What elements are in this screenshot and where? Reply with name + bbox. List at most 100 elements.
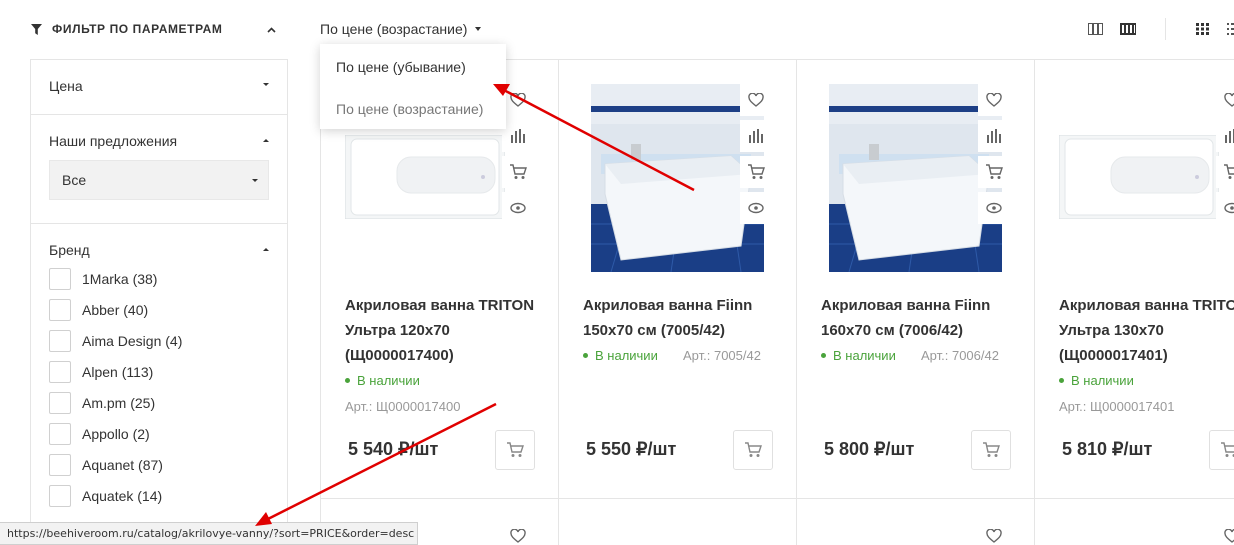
checkbox[interactable] xyxy=(49,330,71,352)
checkbox[interactable] xyxy=(49,361,71,383)
sort-option-desc[interactable]: По цене (убывание) xyxy=(336,59,466,75)
brand-label: Appollo (2) xyxy=(82,426,150,442)
caret-down-icon xyxy=(252,179,258,182)
product-card[interactable]: Акриловая ванна Fiinn 150х70 см (7005/42… xyxy=(558,59,796,499)
compare-icon[interactable] xyxy=(1216,120,1234,152)
heart-icon[interactable] xyxy=(502,84,534,116)
add-to-cart-button[interactable] xyxy=(733,430,773,470)
card-actions xyxy=(502,84,534,228)
product-card[interactable] xyxy=(558,499,796,545)
product-card[interactable]: Акриловая ванна Fiinn 160х70 см (7006/42… xyxy=(796,59,1034,499)
checkbox[interactable] xyxy=(49,485,71,507)
product-image[interactable] xyxy=(344,134,506,220)
brand-checkbox-row[interactable]: Aquanet (87) xyxy=(49,454,163,476)
brand-label: Abber (40) xyxy=(82,302,149,318)
product-image[interactable] xyxy=(591,84,764,272)
product-name[interactable]: Акриловая ванна Fiinn 160х70 см (7006/42… xyxy=(821,293,1021,343)
product-card[interactable] xyxy=(1034,499,1234,545)
cart-icon xyxy=(745,442,762,457)
heart-icon[interactable] xyxy=(1224,528,1234,545)
view-table-icon[interactable] xyxy=(1120,22,1136,36)
caret-down-icon xyxy=(263,83,269,86)
sort-dropdown-menu: По цене (убывание) По цене (возрастание) xyxy=(320,44,506,129)
caret-down-icon xyxy=(475,27,482,31)
filter-price-title[interactable]: Цена xyxy=(49,78,83,94)
offers-select[interactable]: Все xyxy=(49,160,269,200)
product-name[interactable]: Акриловая ванна Fiinn 150х70 см (7005/42… xyxy=(583,293,783,343)
brand-checkbox-row[interactable]: Appollo (2) xyxy=(49,423,150,445)
eye-icon[interactable] xyxy=(1216,192,1234,224)
offers-select-value: Все xyxy=(62,172,87,188)
checkbox[interactable] xyxy=(49,423,71,445)
brand-checkbox-row[interactable]: Am.pm (25) xyxy=(49,392,155,414)
product-article: Арт.: Щ0000017401 xyxy=(1059,399,1175,414)
checkbox[interactable] xyxy=(49,392,71,414)
stock-status: В наличии xyxy=(1059,373,1134,388)
cart-icon[interactable] xyxy=(1216,156,1234,188)
sort-dropdown-trigger[interactable]: По цене (возрастание) xyxy=(320,20,482,38)
filter-brand-title[interactable]: Бренд xyxy=(49,242,90,258)
eye-icon[interactable] xyxy=(740,192,772,224)
divider xyxy=(31,223,287,224)
chevron-up-icon xyxy=(266,27,276,33)
view-tiles-icon[interactable] xyxy=(1196,22,1212,36)
add-to-cart-button[interactable] xyxy=(971,430,1011,470)
brand-label: Aima Design (4) xyxy=(82,333,183,349)
cart-icon[interactable] xyxy=(740,156,772,188)
brand-label: Aquanet (87) xyxy=(82,457,163,473)
divider xyxy=(31,114,287,115)
brand-label: Am.pm (25) xyxy=(82,395,156,411)
browser-status-url: https://beehiveroom.ru/catalog/akrilovye… xyxy=(0,522,419,545)
cart-icon xyxy=(1221,442,1234,457)
brand-checkbox-row[interactable]: Abber (40) xyxy=(49,299,148,321)
filter-offers-title[interactable]: Наши предложения xyxy=(49,133,177,149)
product-name[interactable]: Акриловая ванна TRITON Ультра 130х70 (Щ0… xyxy=(1059,293,1234,368)
filter-icon xyxy=(31,23,42,35)
brand-checkbox-row[interactable]: Aima Design (4) xyxy=(49,330,182,352)
view-compact-icon[interactable] xyxy=(1225,22,1234,36)
product-card[interactable] xyxy=(796,499,1034,545)
stock-status: В наличии xyxy=(583,348,658,363)
product-article: Арт.: 7005/42 xyxy=(683,348,761,363)
cart-icon xyxy=(507,442,524,457)
product-image[interactable] xyxy=(1058,134,1220,220)
brand-checkbox-row[interactable]: Aquatek (14) xyxy=(49,485,162,507)
eye-icon[interactable] xyxy=(978,192,1010,224)
stock-status: В наличии xyxy=(345,373,420,388)
checkbox[interactable] xyxy=(49,454,71,476)
brand-checkbox-row[interactable]: Alpen (113) xyxy=(49,361,153,383)
filter-header-label: ФИЛЬТР ПО ПАРАМЕТРАМ xyxy=(52,22,223,36)
heart-icon[interactable] xyxy=(978,84,1010,116)
brand-label: Alpen (113) xyxy=(82,364,154,380)
stock-status: В наличии xyxy=(821,348,896,363)
caret-up-icon xyxy=(263,139,269,142)
heart-icon[interactable] xyxy=(510,528,526,545)
brand-checkbox-row[interactable]: 1Marka (38) xyxy=(49,268,157,290)
checkbox[interactable] xyxy=(49,299,71,321)
product-grid: Акриловая ванна TRITON Ультра 120х70 (Щ0… xyxy=(320,59,1234,545)
sort-option-asc[interactable]: По цене (возрастание) xyxy=(336,101,483,117)
product-card[interactable]: Акриловая ванна TRITON Ультра 130х70 (Щ0… xyxy=(1034,59,1234,499)
checkbox[interactable] xyxy=(49,268,71,290)
compare-icon[interactable] xyxy=(502,120,534,152)
heart-icon[interactable] xyxy=(740,84,772,116)
filter-header[interactable]: ФИЛЬТР ПО ПАРАМЕТРАМ xyxy=(31,20,223,38)
eye-icon[interactable] xyxy=(502,192,534,224)
heart-icon[interactable] xyxy=(1216,84,1234,116)
add-to-cart-button[interactable] xyxy=(1209,430,1234,470)
filter-collapse-button[interactable] xyxy=(262,22,280,38)
view-separator xyxy=(1165,18,1166,40)
cart-icon xyxy=(983,442,1000,457)
cart-icon[interactable] xyxy=(502,156,534,188)
compare-icon[interactable] xyxy=(978,120,1010,152)
product-article: Арт.: 7006/42 xyxy=(921,348,999,363)
product-name[interactable]: Акриловая ванна TRITON Ультра 120х70 (Щ0… xyxy=(345,293,545,368)
cart-icon[interactable] xyxy=(978,156,1010,188)
heart-icon[interactable] xyxy=(986,528,1002,545)
view-list-icon[interactable] xyxy=(1088,22,1104,36)
product-image[interactable] xyxy=(829,84,1002,272)
add-to-cart-button[interactable] xyxy=(495,430,535,470)
product-price: 5 550 ₽/шт xyxy=(586,439,677,459)
compare-icon[interactable] xyxy=(740,120,772,152)
brand-label: 1Marka (38) xyxy=(82,271,158,287)
